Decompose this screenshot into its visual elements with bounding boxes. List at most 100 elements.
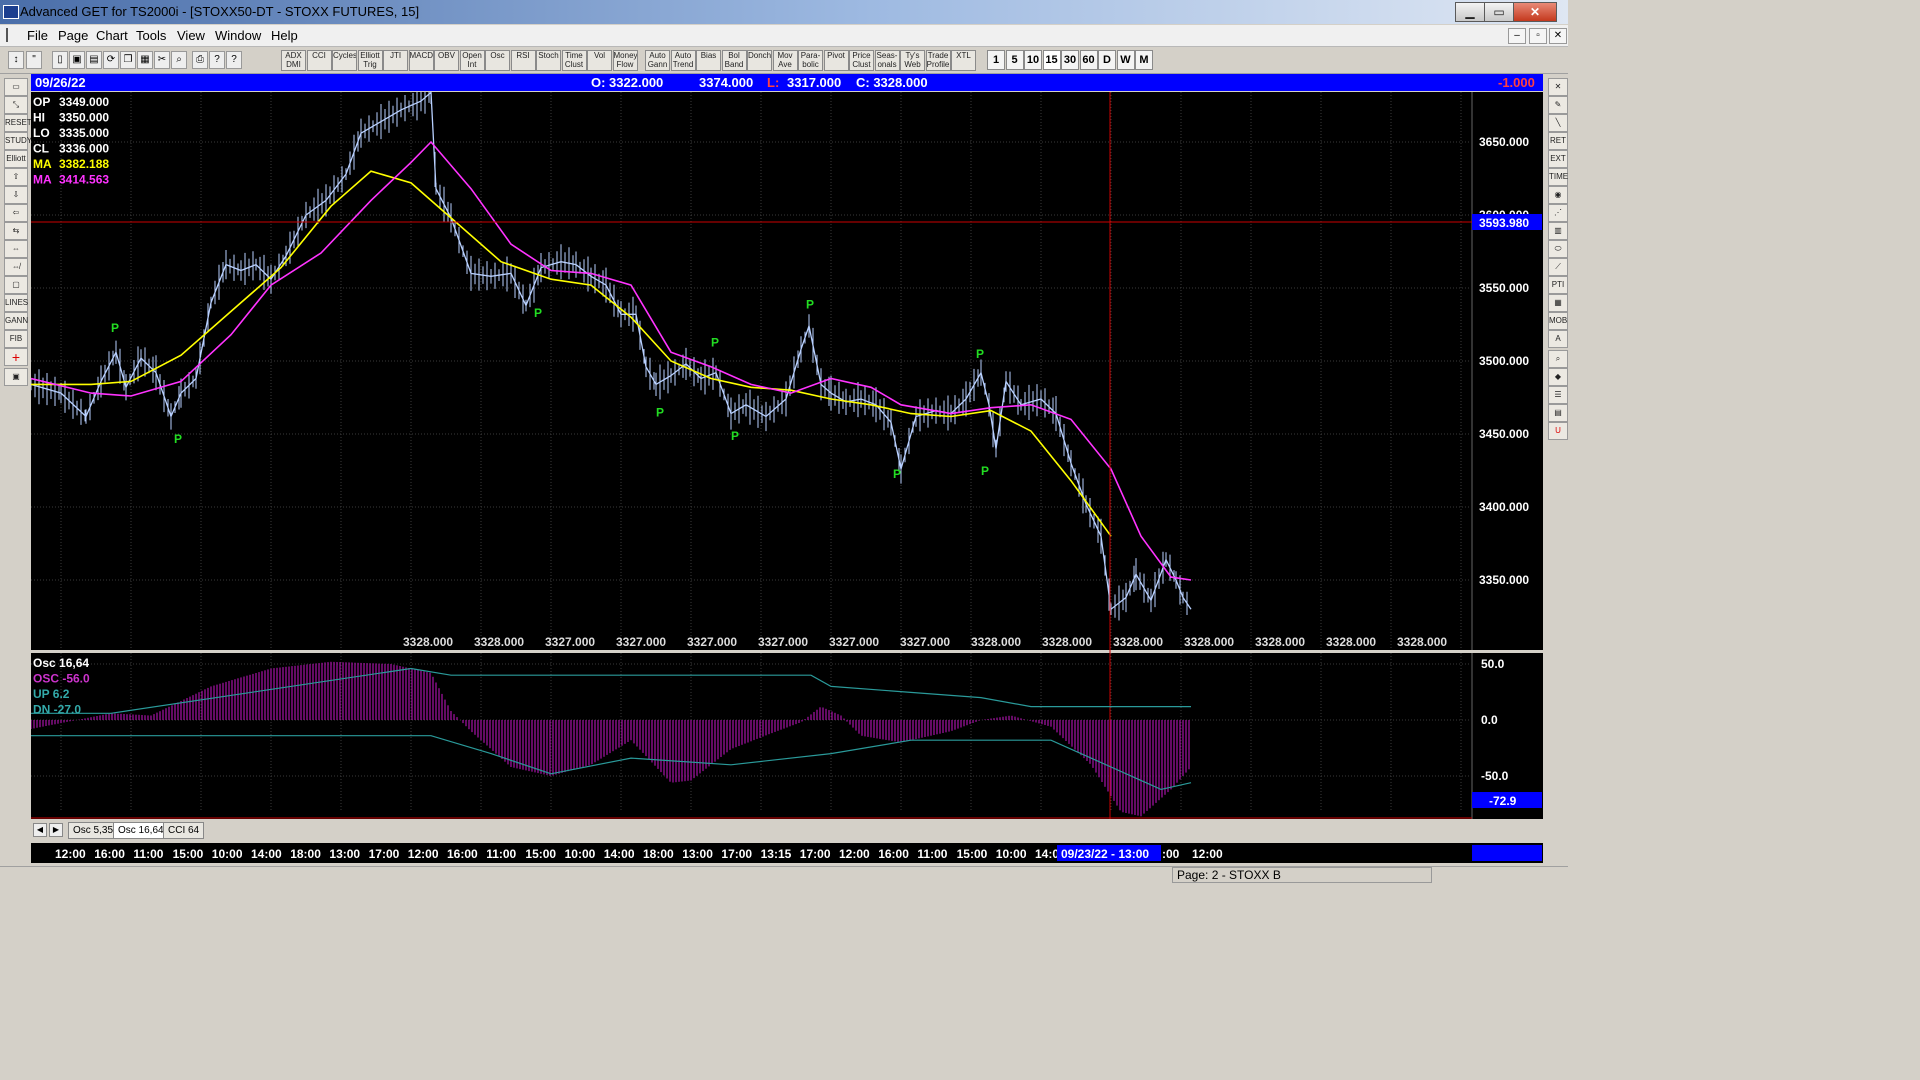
tab-next-icon[interactable]: ▶	[49, 823, 63, 837]
mdi-restore-button[interactable]: ▫	[1529, 28, 1547, 44]
screenshot-icon[interactable]: ▣	[4, 368, 28, 386]
tool-btn-10[interactable]: Ty's Web	[900, 50, 925, 71]
tool-btn-8[interactable]: Price Clust	[849, 50, 874, 71]
arrow-up-icon[interactable]: ⇧	[4, 168, 28, 186]
period-btn-W[interactable]: W	[1116, 50, 1135, 70]
reset-icon[interactable]: RESET	[4, 114, 32, 132]
period-btn-60[interactable]: 60	[1079, 50, 1098, 70]
zoom-out-icon[interactable]: ⤡	[4, 96, 28, 114]
elliott-icon[interactable]: Elliott	[4, 150, 28, 168]
pencil-icon[interactable]: ✎	[1548, 96, 1568, 114]
tool-btn-11[interactable]: Trade Profile	[925, 50, 951, 71]
menu-file[interactable]: File	[27, 28, 48, 43]
tool-btn-7[interactable]: Pivot	[823, 50, 849, 71]
open-icon[interactable]: ▣	[69, 51, 85, 69]
tab-cci-64[interactable]: CCI 64	[163, 822, 205, 839]
magnifier-icon[interactable]: ⌕	[1548, 350, 1568, 368]
arrow-down-icon[interactable]: ⇩	[4, 186, 28, 204]
period-btn-D[interactable]: D	[1098, 50, 1116, 70]
study-btn-3[interactable]: Elliott Trig	[357, 50, 383, 71]
study-btn-4[interactable]: JTI	[383, 50, 408, 71]
tool-btn-5[interactable]: Mov Ave	[772, 50, 798, 71]
arrow-left-icon[interactable]: ⇦	[4, 204, 28, 222]
tool-btn-3[interactable]: Bol Band	[721, 50, 747, 71]
menu-help[interactable]: Help	[271, 28, 298, 43]
chart-canvas[interactable]: 3650.0003600.0003550.0003500.0003450.000…	[30, 80, 1543, 819]
folder-icon[interactable]: ▭	[4, 78, 28, 96]
doc-icon[interactable]	[6, 28, 20, 42]
marker-icon[interactable]: ◆	[1548, 368, 1568, 386]
grid-tool-icon[interactable]: ▦	[1548, 294, 1568, 312]
menu-window[interactable]: Window	[215, 28, 261, 43]
minimize-button[interactable]: ▁	[1455, 2, 1485, 22]
period-btn-5[interactable]: 5	[1005, 50, 1024, 70]
study-icon[interactable]: STUDY	[4, 132, 32, 150]
study-btn-0[interactable]: ADX DMI	[281, 50, 306, 71]
tool-btn-12[interactable]: XTL	[951, 50, 976, 71]
tool-btn-9[interactable]: Seas-onals	[874, 50, 900, 71]
tab-osc-5-35[interactable]: Osc 5,35	[68, 822, 119, 839]
menu-page[interactable]: Page	[58, 28, 88, 43]
channel-icon[interactable]: ▥	[1548, 222, 1568, 240]
gann-icon[interactable]: GANN	[4, 312, 28, 330]
tab-osc-16-64[interactable]: Osc 16,64	[113, 822, 169, 839]
study-btn-11[interactable]: Time Clust	[561, 50, 587, 71]
tool-btn-4[interactable]: Donch	[747, 50, 772, 71]
save-icon[interactable]: ▤	[86, 51, 102, 69]
fib-icon[interactable]: FIB	[4, 330, 28, 348]
fib-ret-icon[interactable]: RET	[1548, 132, 1568, 150]
study-btn-5[interactable]: MACD	[408, 50, 434, 71]
ellipse-icon[interactable]: ⬭	[1548, 240, 1568, 258]
study-btn-10[interactable]: Stoch	[536, 50, 561, 71]
tool-btn-1[interactable]: Auto Trend	[670, 50, 696, 71]
cut-icon[interactable]: ✂	[154, 51, 170, 69]
quote-icon[interactable]: "	[26, 51, 42, 69]
period-btn-10[interactable]: 10	[1024, 50, 1042, 70]
bar-tool-icon[interactable]: ⇆	[4, 222, 28, 240]
fib-time-icon[interactable]: TIME	[1548, 168, 1568, 186]
period-btn-15[interactable]: 15	[1042, 50, 1061, 70]
pti-icon[interactable]: PTI	[1548, 276, 1568, 294]
refresh-icon[interactable]: ⟳	[103, 51, 119, 69]
list-icon[interactable]: ☰	[1548, 386, 1568, 404]
context-help-icon[interactable]: ?	[226, 51, 242, 69]
mdi-close-button[interactable]: ✕	[1549, 28, 1567, 44]
tool-btn-2[interactable]: Bias	[696, 50, 721, 71]
book-icon[interactable]: ▤	[1548, 404, 1568, 422]
help-icon[interactable]: ?	[209, 51, 225, 69]
zoom-icon[interactable]: ⌕	[171, 51, 187, 69]
circle-icon[interactable]: ◉	[1548, 186, 1568, 204]
box-icon[interactable]: ▢	[4, 276, 28, 294]
mdi-minimize-button[interactable]: –	[1508, 28, 1526, 44]
study-btn-13[interactable]: Money Flow	[612, 50, 638, 71]
period-btn-30[interactable]: 30	[1061, 50, 1079, 70]
regression-icon[interactable]: ⟋	[1548, 258, 1568, 276]
compress-icon[interactable]: ⇎	[4, 258, 28, 276]
study-btn-9[interactable]: RSI	[510, 50, 536, 71]
tab-prev-icon[interactable]: ◀	[33, 823, 47, 837]
fib-ext-icon[interactable]: EXT	[1548, 150, 1568, 168]
tool-btn-6[interactable]: Para-bolic	[798, 50, 823, 71]
fan-icon[interactable]: ⋰	[1548, 204, 1568, 222]
grid-icon[interactable]: ▦	[137, 51, 153, 69]
maximize-button[interactable]: ▭	[1484, 2, 1514, 22]
study-btn-1[interactable]: CCI	[306, 50, 332, 71]
study-btn-8[interactable]: Osc	[485, 50, 510, 71]
lines-icon[interactable]: LINES	[4, 294, 28, 312]
copy-icon[interactable]: ❐	[120, 51, 136, 69]
study-btn-2[interactable]: Cycles	[332, 50, 357, 71]
menu-tools[interactable]: Tools	[136, 28, 166, 43]
line-tool-icon[interactable]: ╲	[1548, 114, 1568, 132]
study-btn-12[interactable]: Vol	[587, 50, 612, 71]
expand-icon[interactable]: ⇔	[4, 240, 28, 258]
period-btn-1[interactable]: 1	[987, 50, 1005, 70]
mob-icon[interactable]: MOB	[1548, 312, 1568, 330]
chart-area[interactable]: 3650.0003600.0003550.0003500.0003450.000…	[30, 80, 1543, 819]
menu-chart[interactable]: Chart	[96, 28, 128, 43]
tool-btn-0[interactable]: Auto Gann	[645, 50, 670, 71]
pointer-icon[interactable]: ↕	[8, 51, 24, 69]
close-tool-icon[interactable]: ✕	[1548, 78, 1568, 96]
study-btn-6[interactable]: OBV	[434, 50, 459, 71]
print-icon[interactable]: ⎙	[192, 51, 208, 69]
menu-view[interactable]: View	[177, 28, 205, 43]
